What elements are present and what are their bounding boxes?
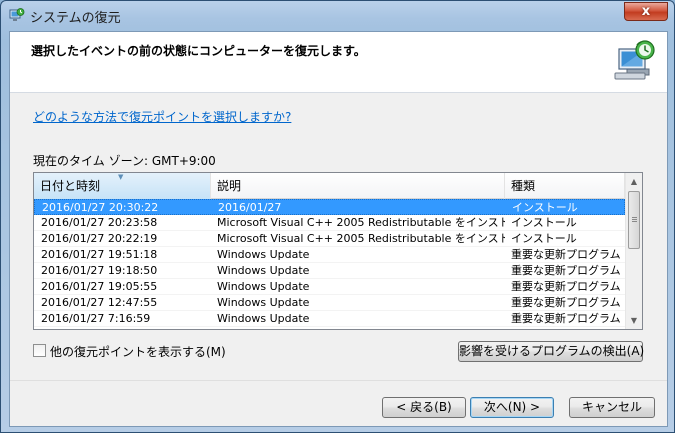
- grip-line: [632, 217, 637, 218]
- vertical-scrollbar[interactable]: ▲ ▼: [625, 173, 642, 329]
- column-header-description-label: 説明: [217, 179, 242, 193]
- list-row[interactable]: 2016/01/27 19:51:18 Windows Update 重要な更新…: [34, 247, 625, 263]
- row-date: 2016/01/27 20:22:19: [41, 232, 158, 245]
- help-link[interactable]: どのような方法で復元ポイントを選択しますか?: [33, 108, 291, 125]
- list-row[interactable]: 2016/01/27 7:16:59 Windows Update 重要な更新プ…: [34, 311, 625, 327]
- list-row[interactable]: 2016/01/27 19:18:50 Windows Update 重要な更新…: [34, 263, 625, 279]
- column-header-date[interactable]: ▼ 日付と時刻: [34, 173, 211, 199]
- window-title: システムの復元: [30, 11, 121, 26]
- row-description: Microsoft Visual C++ 2005 Redistributabl…: [217, 232, 505, 245]
- computer-restore-icon: [614, 40, 655, 80]
- list-row[interactable]: 2016/01/27 12:47:55 Windows Update 重要な更新…: [34, 295, 625, 311]
- scan-affected-programs-button[interactable]: 影響を受けるプログラムの検出(A): [458, 341, 644, 362]
- column-header-type-label: 種類: [511, 179, 536, 193]
- row-description: Windows Update: [217, 248, 310, 261]
- list-row[interactable]: 2016/01/27 20:22:19 Microsoft Visual C++…: [34, 231, 625, 247]
- footer-separator: [10, 380, 667, 381]
- row-date: 2016/01/27 20:23:58: [41, 216, 158, 229]
- row-date: 2016/01/27 19:51:18: [41, 248, 158, 261]
- list-row[interactable]: 2016/01/27 20:23:58 Microsoft Visual C++…: [34, 215, 625, 231]
- row-type: 重要な更新プログラム: [511, 264, 621, 277]
- list-row[interactable]: 2016/01/27 19:05:55 Windows Update 重要な更新…: [34, 279, 625, 295]
- list-body: 2016/01/27 20:30:22 2016/01/27 インストール 20…: [34, 199, 625, 329]
- row-type: 重要な更新プログラム: [511, 296, 621, 309]
- column-header-description[interactable]: 説明: [211, 173, 505, 199]
- column-header-type[interactable]: 種類: [505, 173, 625, 199]
- row-type: 重要な更新プログラム: [511, 280, 621, 293]
- title-bar[interactable]: システムの復元 x: [1, 1, 674, 30]
- row-description: 2016/01/27: [218, 201, 282, 214]
- row-description: Windows Update: [217, 312, 310, 325]
- row-type: 重要な更新プログラム: [511, 312, 621, 325]
- row-date: 2016/01/27 20:30:22: [42, 201, 159, 214]
- instruction-heading: 選択したイベントの前の状態にコンピューターを復元します。: [31, 44, 366, 58]
- scroll-up-icon[interactable]: ▲: [626, 173, 642, 190]
- list-header: ▼ 日付と時刻 説明 種類: [34, 173, 625, 199]
- row-date: 2016/01/27 7:16:59: [41, 312, 151, 325]
- system-restore-icon: [9, 8, 25, 21]
- row-date: 2016/01/27 19:05:55: [41, 280, 158, 293]
- column-header-date-label: 日付と時刻: [40, 179, 101, 193]
- row-type: インストール: [511, 216, 577, 229]
- scrollbar-thumb[interactable]: [628, 191, 640, 249]
- row-type: インストール: [511, 232, 577, 245]
- dialog-client-area: 選択したイベントの前の状態にコンピューターを復元します。 どのような方法で復元ポ…: [9, 31, 668, 427]
- row-date: 2016/01/27 19:18:50: [41, 264, 158, 277]
- row-description: Windows Update: [217, 280, 310, 293]
- show-more-checkbox-label[interactable]: 他の復元ポイントを表示する(M): [50, 343, 226, 360]
- restore-point-list[interactable]: ▼ 日付と時刻 説明 種類 2016/01/27 20:30:22 2016/0…: [33, 172, 643, 330]
- back-button[interactable]: < 戻る(B): [382, 397, 466, 418]
- row-description: Windows Update: [217, 296, 310, 309]
- timezone-label: 現在のタイム ゾーン: GMT+9:00: [33, 154, 216, 168]
- header-band: 選択したイベントの前の状態にコンピューターを復元します。: [10, 32, 667, 93]
- row-date: 2016/01/27 12:47:55: [41, 296, 158, 309]
- cancel-button[interactable]: キャンセル: [569, 397, 655, 418]
- close-button[interactable]: x: [624, 2, 668, 21]
- list-row[interactable]: 2016/01/27 20:30:22 2016/01/27 インストール: [34, 199, 625, 215]
- sort-arrow-icon: ▼: [118, 173, 124, 181]
- next-button[interactable]: 次へ(N) >: [470, 397, 554, 418]
- grip-line: [632, 221, 637, 222]
- row-type: インストール: [512, 201, 578, 214]
- row-type: 重要な更新プログラム: [511, 248, 621, 261]
- row-description: Microsoft Visual C++ 2005 Redistributabl…: [217, 216, 505, 229]
- grip-line: [632, 219, 637, 220]
- scroll-down-icon[interactable]: ▼: [626, 312, 642, 329]
- row-description: Windows Update: [217, 264, 310, 277]
- system-restore-window: システムの復元 x 選択したイベントの前の状態にコンピューターを復元します。 ど…: [0, 0, 675, 433]
- show-more-checkbox[interactable]: [33, 344, 46, 357]
